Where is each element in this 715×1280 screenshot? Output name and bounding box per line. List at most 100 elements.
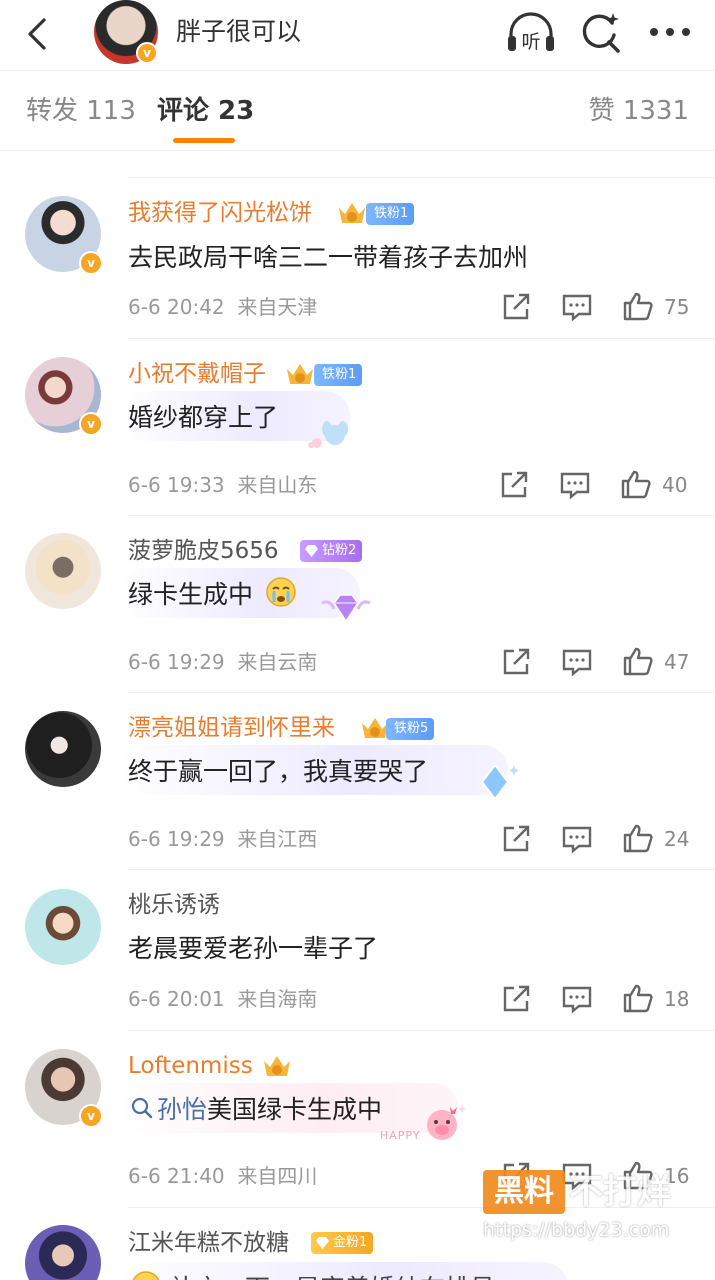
share-icon[interactable] — [500, 291, 532, 323]
comment-text: 补充一下，是穿着婚纱在排号 — [170, 1272, 495, 1280]
comment-username[interactable]: 我获得了闪光松饼 — [128, 198, 312, 228]
comment-location: 来自天津 — [237, 295, 318, 319]
comment-text: 去民政局干啥三二一带着孩子去加州 — [128, 243, 529, 272]
avatar[interactable] — [25, 711, 101, 787]
gem-icon — [316, 1237, 329, 1249]
page-title[interactable]: 胖子很可以 — [176, 14, 301, 50]
comment-text: 老晨要爱老孙一辈子了 — [128, 934, 379, 963]
verified-badge: v — [136, 42, 158, 64]
like-count: 40 — [662, 473, 688, 497]
comment-text-body: 美国绿卡生成中 — [207, 1095, 383, 1124]
share-icon[interactable] — [498, 469, 530, 501]
like-icon[interactable] — [622, 290, 654, 322]
fan-badge: 金粉1 — [311, 1232, 374, 1254]
like-count: 47 — [664, 650, 690, 674]
comment-meta: 6-6 19:29 来自云南 — [128, 649, 317, 675]
crown-icon — [287, 364, 313, 384]
back-arrow-icon[interactable] — [18, 14, 58, 54]
comment-location: 来自山东 — [237, 473, 318, 497]
comment-location: 来自江西 — [237, 827, 318, 851]
comment-username[interactable]: Loftenmiss — [128, 1051, 253, 1081]
like-icon[interactable] — [622, 645, 654, 677]
crown-icon — [339, 203, 365, 223]
comment-item: 漂亮姐姐请到怀里来 铁粉5 终于赢一回了，我真要哭了 6-6 19:29 来自江… — [0, 693, 715, 870]
like-icon[interactable] — [620, 468, 652, 500]
avatar[interactable] — [25, 1225, 101, 1280]
reply-icon[interactable] — [559, 469, 591, 501]
watermark: 黑料 不打烊 https://bbdy23.com — [483, 1170, 698, 1250]
diamond-sticker-icon — [321, 594, 371, 623]
comment-location: 来自海南 — [237, 987, 318, 1011]
fan-badge: 钻粉2 — [300, 540, 363, 562]
comment-meta: 6-6 20:42 来自天津 — [128, 294, 317, 320]
watermark-url: https://bbdy23.com — [483, 1219, 670, 1241]
author-avatar[interactable]: v — [94, 0, 158, 64]
comment-time: 6-6 21:40 — [128, 1164, 225, 1188]
comment-meta: 6-6 21:40 来自四川 — [128, 1163, 317, 1189]
watermark-box: 黑料 — [483, 1170, 565, 1214]
reply-icon[interactable] — [561, 983, 593, 1015]
verified-badge: v — [79, 412, 103, 436]
like-icon[interactable] — [622, 822, 654, 854]
share-icon[interactable] — [500, 823, 532, 855]
comment-time: 6-6 20:42 — [128, 295, 225, 319]
fan-badge: 铁粉1 — [314, 364, 363, 386]
watermark-text: 不打烊 — [569, 1172, 671, 1212]
tab-bar: 转发 113 评论 23 赞 1331 — [0, 70, 715, 151]
emoji-icon — [132, 1271, 160, 1280]
comment-username[interactable]: 小祝不戴帽子 — [128, 359, 266, 389]
search-icon[interactable] — [578, 11, 622, 55]
more-options-icon[interactable] — [648, 14, 692, 50]
share-icon[interactable] — [500, 646, 532, 678]
tab-likes[interactable]: 赞 1331 — [589, 94, 689, 128]
comment-meta: 6-6 19:29 来自江西 — [128, 826, 317, 852]
top-bar: v 胖子很可以 听 — [0, 0, 715, 71]
like-icon[interactable] — [622, 982, 654, 1014]
diamond-sticker-icon — [480, 763, 519, 801]
fan-badge-label: 金粉1 — [333, 1235, 368, 1250]
comment-item: v 小祝不戴帽子 铁粉1 婚纱都穿上了 6-6 19:33 来自山东 40 — [0, 339, 715, 516]
comment-item: 菠萝脆皮5656 钻粉2 绿卡生成中 6-6 19:29 来自云南 47 — [0, 516, 715, 693]
happy-pig-sticker-icon — [427, 1105, 466, 1140]
crown-icon — [264, 1056, 290, 1076]
comment-time: 6-6 20:01 — [128, 987, 225, 1011]
sticker-text: HAPPY — [380, 1129, 421, 1142]
comment-location: 来自云南 — [237, 650, 318, 674]
crying-emoji-icon — [266, 577, 296, 607]
fan-badge: 铁粉1 — [366, 203, 415, 225]
like-count: 18 — [664, 987, 690, 1011]
active-tab-indicator — [173, 138, 235, 143]
tab-comments[interactable]: 评论 23 — [157, 94, 254, 128]
like-count: 24 — [664, 827, 690, 851]
listen-icon[interactable]: 听 — [505, 10, 557, 56]
comment-text: 终于赢一回了，我真要哭了 — [128, 757, 429, 786]
diamond-icon — [305, 545, 318, 557]
tab-forward[interactable]: 转发 113 — [26, 94, 136, 128]
avatar[interactable] — [25, 889, 101, 965]
avatar[interactable] — [25, 533, 101, 609]
comment-time: 6-6 19:29 — [128, 650, 225, 674]
comment-meta: 6-6 20:01 来自海南 — [128, 986, 317, 1012]
comment-location: 来自四川 — [237, 1164, 318, 1188]
comment-username[interactable]: 漂亮姐姐请到怀里来 — [128, 713, 335, 743]
listen-label: 听 — [521, 31, 540, 53]
verified-badge: v — [79, 251, 103, 275]
comment-username[interactable]: 江米年糕不放糖 — [128, 1228, 289, 1258]
comment-username[interactable]: 桃乐诱诱 — [128, 890, 220, 920]
comment-time: 6-6 19:29 — [128, 827, 225, 851]
comment-item: 桃乐诱诱 老晨要爱老孙一辈子了 6-6 20:01 来自海南 18 — [0, 870, 715, 1030]
share-icon[interactable] — [500, 983, 532, 1015]
comment-username[interactable]: 菠萝脆皮5656 — [128, 536, 279, 566]
reply-icon[interactable] — [561, 646, 593, 678]
sticker-icon — [308, 421, 348, 448]
search-link-icon[interactable] — [131, 1097, 153, 1119]
reply-icon[interactable] — [561, 823, 593, 855]
search-link[interactable]: 孙怡 — [157, 1095, 207, 1124]
verified-badge: v — [79, 1104, 103, 1128]
fan-badge-label: 钻粉2 — [322, 543, 357, 558]
reply-icon[interactable] — [561, 291, 593, 323]
comment-meta: 6-6 19:33 来自山东 — [128, 472, 317, 498]
comment-time: 6-6 19:33 — [128, 473, 225, 497]
comment-text: 婚纱都穿上了 — [128, 403, 279, 432]
comment-text: 孙怡美国绿卡生成中 — [157, 1093, 382, 1127]
